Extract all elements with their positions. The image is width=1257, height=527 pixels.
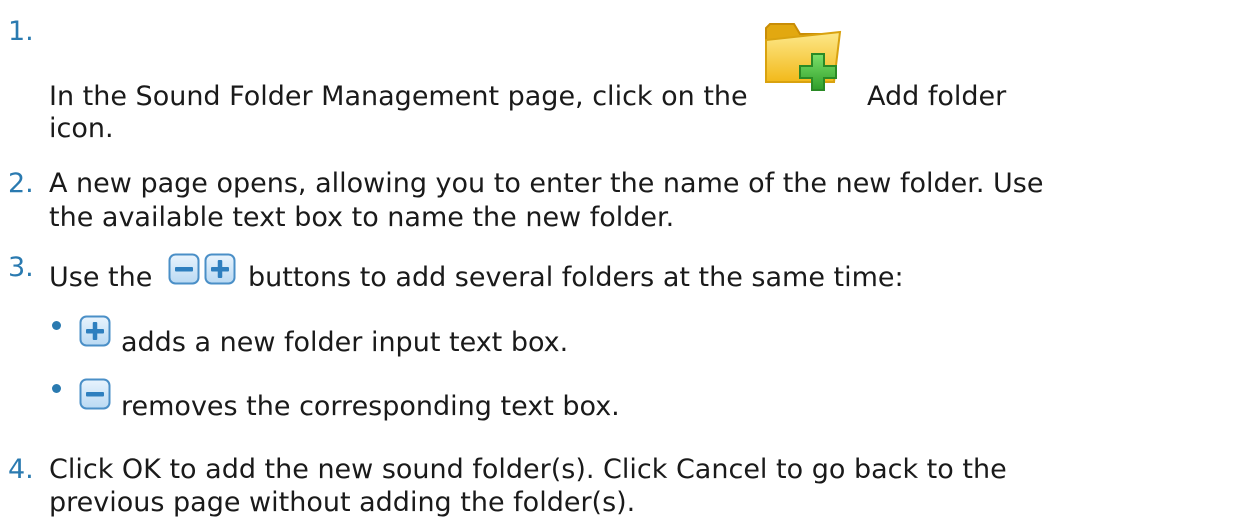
step-4-line2: previous page without adding the folder(… <box>49 487 636 518</box>
step-4-number: 4. <box>8 454 34 485</box>
step-1-text-after: Add folder <box>867 81 1007 112</box>
bullet-1-text: adds a new folder input text box. <box>121 327 569 358</box>
step-2-line2: the available text box to name the new f… <box>49 202 675 233</box>
step-1-number: 1. <box>8 16 34 47</box>
bullet-marker <box>52 384 61 393</box>
step-3-text-after: buttons to add several folders at the sa… <box>248 262 904 293</box>
bullet-marker <box>52 321 61 330</box>
step-1-text-line2: icon. <box>49 113 114 144</box>
plus-button-icon <box>204 253 236 285</box>
add-folder-icon <box>762 12 848 98</box>
plus-button-icon <box>79 315 111 347</box>
step-1-text-before: In the Sound Folder Management page, cli… <box>49 81 748 112</box>
step-4-line1: Click OK to add the new sound folder(s).… <box>49 454 1007 485</box>
step-2-number: 2. <box>8 168 34 199</box>
step-3-number: 3. <box>8 252 34 283</box>
minus-button-icon <box>168 253 200 285</box>
step-3-text-before: Use the <box>49 262 153 293</box>
minus-button-icon <box>79 378 111 410</box>
step-2-line1: A new page opens, allowing you to enter … <box>49 168 1044 199</box>
bullet-2-text: removes the corresponding text box. <box>121 391 620 422</box>
